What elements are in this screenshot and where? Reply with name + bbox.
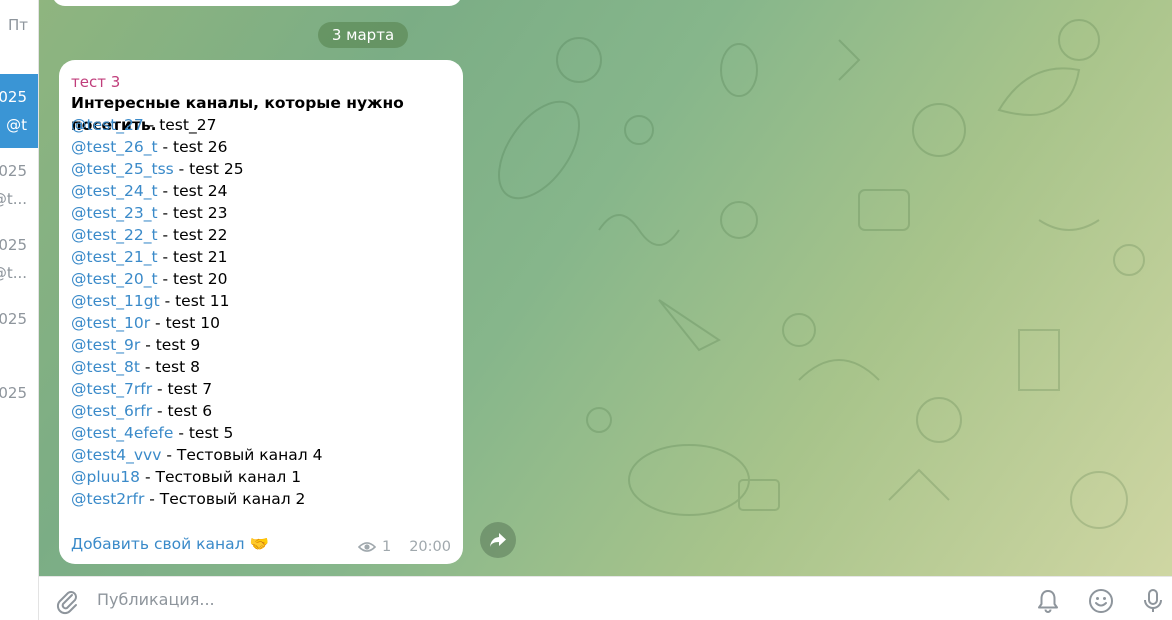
channel-link[interactable]: @test_6rfr <box>71 402 152 420</box>
bell-icon[interactable] <box>1035 588 1061 614</box>
eye-icon <box>357 542 376 552</box>
message-input[interactable] <box>97 577 997 620</box>
channel-row: @test_4efefe - test 5 <box>71 422 451 444</box>
chat-list-item-preview: @t <box>6 116 27 134</box>
channel-name: - Тестовый канал 2 <box>144 490 306 508</box>
channel-link[interactable]: @test_9r <box>71 336 140 354</box>
channel-link[interactable]: @test_26_t <box>71 138 158 156</box>
channel-row: @test_7rfr - test 7 <box>71 378 451 400</box>
channel-name: - test_27 <box>143 116 217 134</box>
date-separator: 3 марта <box>318 22 408 48</box>
chat-list-item[interactable]: 025 @t... <box>0 222 38 296</box>
channel-link[interactable]: @test_11gt <box>71 292 160 310</box>
add-channel-link[interactable]: Добавить свой канал 🤝 <box>71 533 269 555</box>
message-time: 20:00 <box>409 539 451 555</box>
channel-link[interactable]: @test_25_tss <box>71 160 174 178</box>
chat-list-item[interactable]: 025 @t... <box>0 148 38 222</box>
channel-link[interactable]: @test_23_t <box>71 204 158 222</box>
channel-row: @test_23_t - test 23 <box>71 202 451 224</box>
channel-name: - test 6 <box>152 402 213 420</box>
channel-row: @pluu18 - Тестовый канал 1 <box>71 466 451 488</box>
chat-list-item-date: 025 <box>0 88 27 106</box>
channel-name: - test 11 <box>159 292 230 310</box>
chat-list-sidebar: Пт 025 @t 025 @t... 025 @t... 025 025 <box>0 0 39 620</box>
paperclip-icon[interactable] <box>53 587 81 615</box>
message-title: Интересные каналы, которые нужно посетит… <box>71 94 404 134</box>
chat-list-item-date: 025 <box>0 384 27 402</box>
add-channel-label: Добавить свой канал <box>71 535 245 553</box>
channel-row: @test_8t - test 8 <box>71 356 451 378</box>
channel-name: - test 21 <box>157 248 228 266</box>
channel-row: @test_22_t - test 22 <box>71 224 451 246</box>
smiley-icon[interactable] <box>1088 588 1114 614</box>
channel-name: - Тестовый канал 1 <box>140 468 302 486</box>
channel-link[interactable]: @test4_vvv <box>71 446 161 464</box>
channel-row: @test_25_tss - test 25 <box>71 158 451 180</box>
chat-list-item-date: 025 <box>0 236 27 254</box>
channel-link[interactable]: @test_22_t <box>71 226 158 244</box>
channel-row: @test4_vvv - Тестовый канал 4 <box>71 444 451 466</box>
channel-row: @test_27 - test_27 <box>71 114 451 136</box>
channel-name: - test 10 <box>150 314 220 332</box>
channel-link[interactable]: @test_27 <box>71 116 144 134</box>
channel-link[interactable]: @test_21_t <box>71 248 158 266</box>
sidebar-day-label: Пт <box>8 16 29 34</box>
channel-link[interactable]: @test_10r <box>71 314 150 332</box>
channel-link[interactable]: @test_24_t <box>71 182 158 200</box>
share-arrow-icon <box>490 533 506 547</box>
channel-row: @test_6rfr - test 6 <box>71 400 451 422</box>
channel-link[interactable]: @test_8t <box>71 358 140 376</box>
channel-link[interactable]: @test_7rfr <box>71 380 152 398</box>
channel-row: @test_24_t - test 24 <box>71 180 451 202</box>
channel-link[interactable]: @test2rfr <box>71 490 144 508</box>
chat-list-item-preview: @t... <box>0 264 27 282</box>
channel-name: - test 22 <box>157 226 228 244</box>
message-meta: 1 20:00 <box>357 539 451 555</box>
channel-name: - Тестовый канал 4 <box>161 446 323 464</box>
channel-name: - test 24 <box>157 182 228 200</box>
chat-list-item[interactable]: 025 @t <box>0 74 38 148</box>
channel-name: - test 26 <box>157 138 228 156</box>
message-bubble[interactable]: тест 3 Интересные каналы, которые нужно … <box>59 60 463 564</box>
channel-row: @test_20_t - test 20 <box>71 268 451 290</box>
channel-row: @test_9r - test 9 <box>71 334 451 356</box>
channel-row: @test_10r - test 10 <box>71 312 451 334</box>
channel-name: - test 9 <box>140 336 201 354</box>
channel-name: - test 25 <box>173 160 244 178</box>
view-count: 1 <box>381 539 392 555</box>
channel-name: - test 7 <box>152 380 213 398</box>
chat-area: 3 марта тест 3 Интересные каналы, которы… <box>39 0 1172 576</box>
forward-button[interactable] <box>480 522 516 558</box>
channel-name: - test 23 <box>157 204 228 222</box>
channel-name: - test 8 <box>139 358 200 376</box>
chat-list-item[interactable]: 025 <box>0 296 38 370</box>
channel-row: @test2rfr - Тестовый канал 2 <box>71 488 451 510</box>
chat-list-item[interactable]: 025 <box>0 370 38 444</box>
channel-row: @test_21_t - test 21 <box>71 246 451 268</box>
channel-row: @test_11gt - test 11 <box>71 290 451 312</box>
channel-link[interactable]: @test_20_t <box>71 270 158 288</box>
channel-link[interactable]: @test_4efefe <box>71 424 173 442</box>
chat-list-item-preview: @t... <box>0 190 27 208</box>
message-author: тест 3 <box>71 73 121 91</box>
chat-list-item-date: 025 <box>0 162 27 180</box>
microphone-icon[interactable] <box>1140 588 1166 614</box>
handshake-emoji: 🤝 <box>249 535 269 553</box>
chat-list-item-date: 025 <box>0 310 27 328</box>
message-composer <box>39 576 1172 620</box>
channel-name: - test 5 <box>173 424 234 442</box>
channel-row: @test_26_t - test 26 <box>71 136 451 158</box>
channel-link[interactable]: @pluu18 <box>71 468 140 486</box>
previous-message-bubble <box>52 0 462 6</box>
channel-name: - test 20 <box>157 270 228 288</box>
